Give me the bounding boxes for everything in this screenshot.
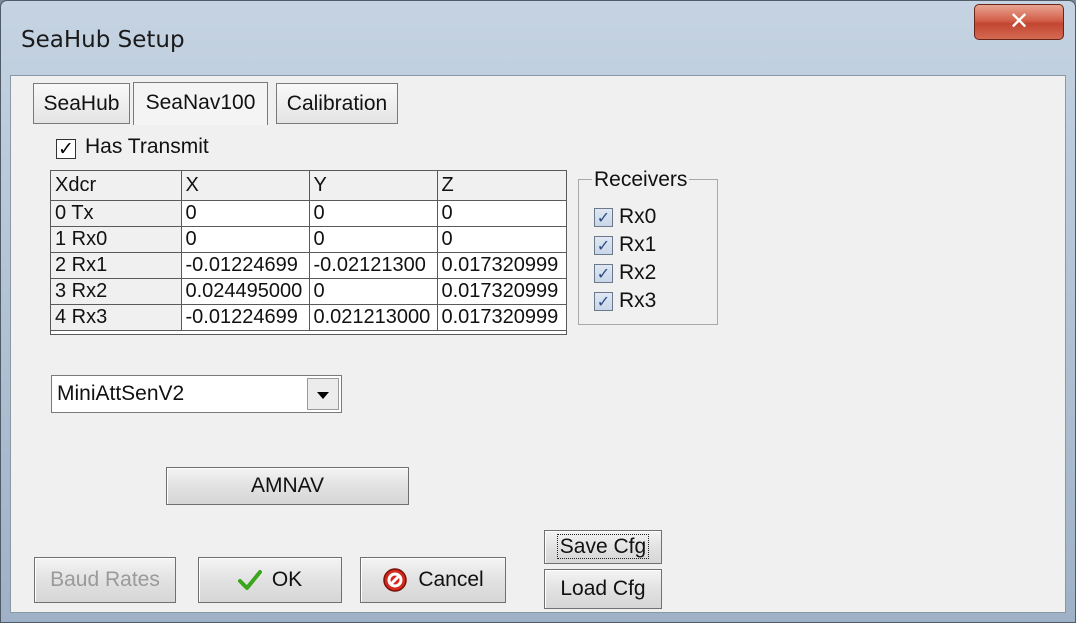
rx1-checkbox[interactable]: ✓ bbox=[594, 236, 613, 255]
client-area: SeaHub SeaNav100 Calibration ✓ Has Trans… bbox=[10, 75, 1066, 613]
xdcr-cell: 0 Tx bbox=[51, 200, 182, 227]
sensor-select-value: MiniAttSenV2 bbox=[57, 382, 185, 405]
rx0-checkbox[interactable]: ✓ bbox=[594, 208, 613, 227]
ok-button-label: OK bbox=[271, 568, 303, 591]
cancel-button[interactable]: Cancel bbox=[360, 557, 506, 603]
close-icon: ✕ bbox=[1008, 7, 1030, 35]
load-cfg-button[interactable]: Load Cfg bbox=[544, 569, 662, 609]
baud-rates-button-label: Baud Rates bbox=[50, 568, 160, 591]
z-cell[interactable]: 0 bbox=[437, 200, 566, 227]
tab-seanav100[interactable]: SeaNav100 bbox=[133, 82, 268, 125]
cancel-button-label: Cancel bbox=[418, 568, 484, 591]
cancel-icon bbox=[383, 568, 408, 592]
amnav-button[interactable]: AMNAV bbox=[166, 467, 409, 505]
chevron-down-icon bbox=[317, 392, 329, 399]
tab-label: Calibration bbox=[286, 92, 388, 115]
xdcr-cell: 2 Rx1 bbox=[51, 252, 182, 279]
table-row: 4 Rx3 -0.01224699 0.021213000 0.01732099… bbox=[51, 304, 566, 331]
x-cell[interactable]: 0 bbox=[181, 226, 310, 253]
y-cell[interactable]: 0 bbox=[309, 226, 438, 253]
checkmark-icon bbox=[237, 570, 262, 590]
column-header-xdcr[interactable]: Xdcr bbox=[51, 171, 182, 201]
table-row: 0 Tx 0 0 0 bbox=[51, 200, 566, 227]
sensor-select[interactable]: MiniAttSenV2 bbox=[51, 375, 342, 413]
amnav-button-label: AMNAV bbox=[250, 474, 325, 497]
ok-button[interactable]: OK bbox=[198, 557, 342, 603]
tab-label: SeaNav100 bbox=[145, 91, 256, 114]
x-cell[interactable]: -0.01224699 bbox=[181, 304, 310, 331]
close-button[interactable]: ✕ bbox=[974, 4, 1064, 40]
x-cell[interactable]: 0 bbox=[181, 200, 310, 227]
y-cell[interactable]: 0 bbox=[309, 278, 438, 305]
table-row: 3 Rx2 0.024495000 0 0.017320999 bbox=[51, 278, 566, 305]
tab-seahub[interactable]: SeaHub bbox=[33, 83, 130, 124]
receivers-group: Receivers ✓ Rx0 ✓ Rx1 ✓ Rx2 ✓ Rx3 bbox=[578, 168, 718, 325]
save-cfg-button[interactable]: Save Cfg bbox=[544, 530, 662, 564]
rx3-checkbox[interactable]: ✓ bbox=[594, 292, 613, 311]
xdcr-cell: 3 Rx2 bbox=[51, 278, 182, 305]
rx3-label: Rx3 bbox=[619, 289, 657, 312]
grid-header-row: Xdcr X Y Z bbox=[51, 171, 566, 201]
save-cfg-button-label: Save Cfg bbox=[556, 534, 650, 559]
window-title: SeaHub Setup bbox=[21, 27, 185, 53]
xdcr-cell: 1 Rx0 bbox=[51, 226, 182, 253]
has-transmit-checkbox[interactable]: ✓ bbox=[56, 139, 76, 159]
tab-calibration[interactable]: Calibration bbox=[276, 83, 398, 124]
column-header-z[interactable]: Z bbox=[437, 171, 566, 201]
baud-rates-button[interactable]: Baud Rates bbox=[34, 557, 176, 603]
transducer-table: Xdcr X Y Z 0 Tx 0 0 0 1 Rx0 0 0 0 2 Rx1 … bbox=[51, 171, 566, 331]
transducer-grid[interactable]: Xdcr X Y Z 0 Tx 0 0 0 1 Rx0 0 0 0 2 Rx1 … bbox=[50, 170, 567, 335]
xdcr-cell: 4 Rx3 bbox=[51, 304, 182, 331]
table-row: 2 Rx1 -0.01224699 -0.02121300 0.01732099… bbox=[51, 252, 566, 279]
z-cell[interactable]: 0 bbox=[437, 226, 566, 253]
tab-label: SeaHub bbox=[43, 92, 120, 115]
has-transmit-label: Has Transmit bbox=[85, 135, 209, 158]
y-cell[interactable]: 0.021213000 bbox=[309, 304, 438, 331]
y-cell[interactable]: -0.02121300 bbox=[309, 252, 438, 279]
x-cell[interactable]: 0.024495000 bbox=[181, 278, 310, 305]
column-header-x[interactable]: X bbox=[181, 171, 310, 201]
y-cell[interactable]: 0 bbox=[309, 200, 438, 227]
rx2-label: Rx2 bbox=[619, 261, 657, 284]
rx1-label: Rx1 bbox=[619, 233, 657, 256]
setup-dialog: SeaHub Setup ✕ SeaHub SeaNav100 Calibrat… bbox=[0, 0, 1076, 623]
receivers-group-title: Receivers bbox=[592, 168, 690, 192]
dropdown-button[interactable] bbox=[307, 378, 339, 410]
title-bar[interactable]: SeaHub Setup ✕ bbox=[1, 1, 1075, 75]
table-row: 1 Rx0 0 0 0 bbox=[51, 226, 566, 253]
z-cell[interactable]: 0.017320999 bbox=[437, 304, 566, 331]
x-cell[interactable]: -0.01224699 bbox=[181, 252, 310, 279]
load-cfg-button-label: Load Cfg bbox=[560, 577, 646, 600]
rx2-checkbox[interactable]: ✓ bbox=[594, 264, 613, 283]
z-cell[interactable]: 0.017320999 bbox=[437, 278, 566, 305]
rx0-label: Rx0 bbox=[619, 205, 657, 228]
column-header-y[interactable]: Y bbox=[309, 171, 438, 201]
z-cell[interactable]: 0.017320999 bbox=[437, 252, 566, 279]
